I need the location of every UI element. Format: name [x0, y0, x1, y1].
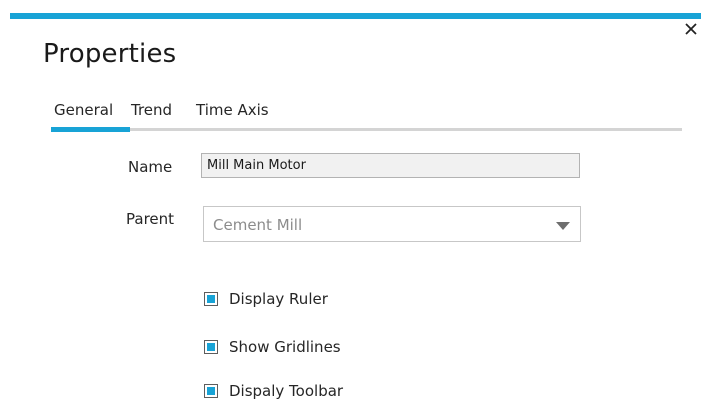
dialog-accent-bar	[10, 13, 701, 19]
dialog-title: Properties	[43, 39, 177, 69]
parent-selected-value: Cement Mill	[213, 216, 303, 234]
name-label: Name	[128, 158, 173, 176]
active-tab-indicator	[51, 127, 130, 132]
parent-label: Parent	[126, 210, 175, 228]
tab-general[interactable]: General	[54, 101, 113, 119]
display-toolbar-label: Dispaly Toolbar	[229, 382, 344, 400]
tab-trend[interactable]: Trend	[131, 101, 172, 119]
name-input[interactable]	[201, 153, 580, 178]
display-ruler-label: Display Ruler	[229, 290, 328, 308]
tab-time-axis[interactable]: Time Axis	[196, 101, 269, 119]
close-icon	[685, 23, 697, 35]
checkbox-checked-mark	[207, 387, 215, 395]
display-toolbar-checkbox[interactable]	[204, 384, 218, 398]
tab-track	[51, 128, 682, 131]
checkbox-checked-mark	[207, 295, 215, 303]
show-gridlines-checkbox[interactable]	[204, 340, 218, 354]
show-gridlines-label: Show Gridlines	[229, 338, 341, 356]
display-ruler-checkbox[interactable]	[204, 292, 218, 306]
chevron-down-icon	[556, 222, 570, 230]
parent-dropdown[interactable]: Cement Mill	[203, 206, 581, 242]
properties-dialog: Properties General Trend Time Axis Name …	[0, 0, 701, 401]
checkbox-checked-mark	[207, 343, 215, 351]
close-button[interactable]	[684, 22, 700, 40]
